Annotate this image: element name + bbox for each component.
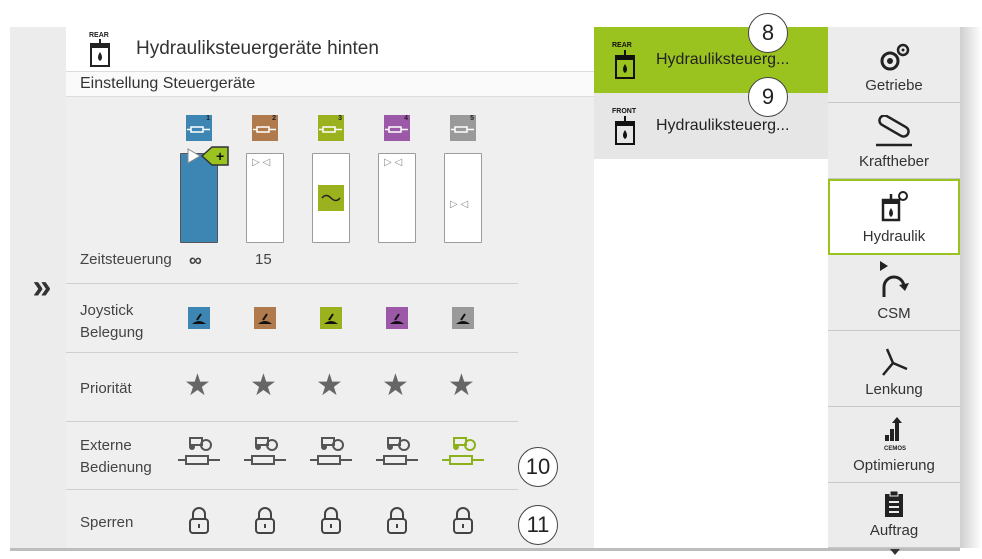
valve-indicator[interactable]: 3 xyxy=(318,115,344,141)
lock-icon[interactable] xyxy=(320,507,342,535)
flow-marker-icon: ▷ ◁ xyxy=(450,199,469,210)
double-chevron-right-icon: » xyxy=(32,268,52,306)
flow-marker-icon: ▷ ◁ xyxy=(252,157,271,168)
valve-indicator[interactable]: 2 xyxy=(252,115,278,141)
callout-9: 9 xyxy=(748,77,788,117)
hydraulic-rear-icon: REAR xyxy=(88,30,112,68)
svg-text:+: + xyxy=(216,148,224,164)
section-subtitle: Einstellung Steuergeräte xyxy=(66,71,594,97)
valve-number: 4 xyxy=(404,115,408,122)
lock-icon[interactable] xyxy=(254,507,276,535)
external-control-icon[interactable] xyxy=(242,435,288,469)
priority-star-icon[interactable]: ★ xyxy=(382,371,409,401)
page-title: Hydrauliksteuergeräte hinten xyxy=(136,38,379,59)
lock-icon[interactable] xyxy=(452,507,474,535)
valve-flow-bar[interactable] xyxy=(444,153,482,243)
nav-label: Lenkung xyxy=(865,381,923,398)
hydraulic-rear-icon: REAR xyxy=(612,38,638,82)
nav-optimierung[interactable]: CEMOS Optimierung xyxy=(828,407,960,483)
steering-icon xyxy=(882,348,908,376)
external-control-icon[interactable] xyxy=(440,435,486,469)
external-control-icon[interactable] xyxy=(374,435,420,469)
panel-header: REAR Hydrauliksteuergeräte hinten xyxy=(66,27,594,71)
device-list: REAR Hydrauliksteuerg... FRONT Hydraulik… xyxy=(594,13,828,548)
list-item-rear[interactable]: REAR Hydrauliksteuerg... xyxy=(594,27,828,93)
hydraulic-icon xyxy=(881,191,908,222)
external-control-icon[interactable] xyxy=(176,435,222,469)
priority-star-icon[interactable]: ★ xyxy=(448,371,475,401)
divider xyxy=(66,421,518,422)
clipboard-icon xyxy=(885,490,903,517)
priority-star-icon[interactable]: ★ xyxy=(184,371,211,401)
nav-label: Hydraulik xyxy=(862,228,926,245)
side-nav: Getriebe Kraftheber Hydraulik CSM Lenkun… xyxy=(828,27,960,548)
nav-lenkung[interactable]: Lenkung xyxy=(828,331,960,407)
valve-number: 3 xyxy=(338,115,342,122)
hydraulic-front-icon: FRONT xyxy=(612,104,638,148)
valve-number: 5 xyxy=(470,115,474,122)
lock-icon[interactable] xyxy=(188,507,210,535)
joystick-fwd-icon[interactable] xyxy=(254,307,276,329)
joystick-updown-icon[interactable] xyxy=(386,307,408,329)
valve-indicator[interactable]: 1 xyxy=(186,115,212,141)
nav-hydraulik[interactable]: Hydraulik xyxy=(828,179,960,255)
time-value: ∞ xyxy=(189,250,202,270)
valve-number: 2 xyxy=(272,115,276,122)
nav-label: Kraftheber xyxy=(858,153,930,170)
row-label-sperren: Sperren xyxy=(80,514,134,531)
row-label-prioritaet: Priorität xyxy=(80,380,132,397)
nav-label: Auftrag xyxy=(869,522,919,539)
main-panel: REAR Hydrauliksteuergeräte hinten Einste… xyxy=(66,27,594,548)
valve-indicator[interactable]: 5 xyxy=(450,115,476,141)
valve-indicator[interactable]: 4 xyxy=(384,115,410,141)
divider xyxy=(66,489,518,490)
row-label-joystick-2: Belegung xyxy=(80,324,144,341)
rear-tag: REAR xyxy=(612,42,632,49)
flow-marker-icon: ▷ ◁ xyxy=(384,157,403,168)
lock-icon[interactable] xyxy=(386,507,408,535)
nav-auftrag[interactable]: Auftrag xyxy=(828,483,960,548)
expand-panel-button[interactable]: » xyxy=(10,27,66,548)
callout-10: 10 xyxy=(518,447,558,487)
cemos-icon: CEMOS xyxy=(884,417,906,452)
joystick-fwd-icon[interactable] xyxy=(320,307,342,329)
valve-number: 1 xyxy=(206,115,210,122)
csm-turn-icon xyxy=(880,261,909,297)
callout-8: 8 xyxy=(748,13,788,53)
nav-csm[interactable]: CSM xyxy=(828,255,960,331)
rear-tag: REAR xyxy=(89,32,109,39)
nav-kraftheber[interactable]: Kraftheber xyxy=(828,103,960,179)
list-item-label: Hydrauliksteuerg... xyxy=(656,117,790,134)
external-control-icon[interactable] xyxy=(308,435,354,469)
front-tag: FRONT xyxy=(612,108,637,115)
row-label-zeitsteuerung: Zeitsteuerung xyxy=(80,251,172,268)
nav-label: Getriebe xyxy=(865,77,923,94)
edge-shadow xyxy=(960,27,982,548)
divider xyxy=(66,352,518,353)
bottom-border xyxy=(10,548,960,551)
list-item-front[interactable]: FRONT Hydrauliksteuerg... xyxy=(594,93,828,159)
joystick-leftright-icon[interactable] xyxy=(452,307,474,329)
time-value: 15 xyxy=(255,251,272,268)
priority-star-icon[interactable]: ★ xyxy=(250,371,277,401)
nav-label: Optimierung xyxy=(853,457,935,474)
list-item-label: Hydrauliksteuerg... xyxy=(656,51,790,68)
screen: » REAR Hydrauliksteuergeräte hinten Eins… xyxy=(0,0,982,559)
flow-add-marker[interactable]: + xyxy=(186,144,246,175)
float-mode-icon xyxy=(318,185,344,211)
row-label-joystick-1: Joystick xyxy=(80,302,134,319)
scroll-down-icon[interactable] xyxy=(890,549,900,555)
nav-getriebe[interactable]: Getriebe xyxy=(828,27,960,103)
row-label-externe-1: Externe xyxy=(80,437,132,454)
callout-11: 11 xyxy=(518,505,558,545)
divider xyxy=(66,283,518,284)
lift-icon xyxy=(876,115,912,147)
gears-icon xyxy=(880,43,910,71)
cemos-label: CEMOS xyxy=(884,446,906,452)
row-label-externe-2: Bedienung xyxy=(80,459,152,476)
priority-star-icon[interactable]: ★ xyxy=(316,371,343,401)
nav-label: CSM xyxy=(877,305,911,322)
joystick-fwd-icon[interactable] xyxy=(188,307,210,329)
